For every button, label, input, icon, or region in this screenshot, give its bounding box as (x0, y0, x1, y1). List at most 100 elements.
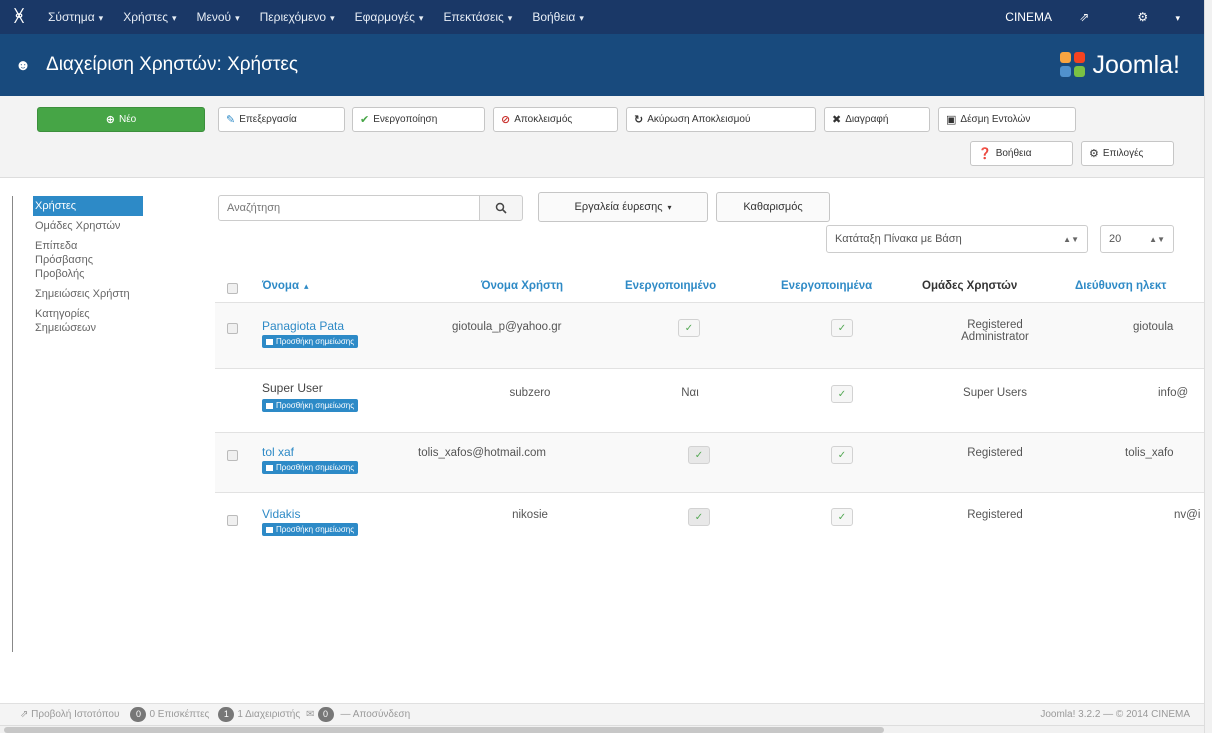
sidebar-item-access-levels[interactable]: Επίπεδα Πρόσβασης Προβολής (13, 236, 133, 284)
block-button[interactable]: ⊘ Αποκλεισμός (493, 107, 618, 132)
add-note-button[interactable]: Προσθήκη σημείωσης (262, 461, 359, 474)
menu-extensions[interactable]: Επεκτάσεις ▾ (433, 10, 522, 24)
refresh-icon: ↻ (634, 114, 644, 126)
vertical-scrollbar[interactable] (1204, 0, 1212, 733)
note-icon (266, 402, 273, 409)
user-name-link[interactable]: tol xaf (262, 445, 294, 459)
chevron-down-icon: ▲▼ (1149, 234, 1165, 244)
add-note-label: Προσθήκη σημείωσης (276, 401, 355, 410)
admins-label: 1 Διαχειριστής (237, 709, 301, 720)
menu-system[interactable]: Σύστημα ▾ (38, 10, 113, 24)
row-checkbox[interactable] (227, 450, 238, 461)
header-name[interactable]: Όνομα ▴ (262, 280, 309, 292)
username-cell: giotoula_p@yahoo.gr (452, 321, 562, 333)
add-note-button[interactable]: Προσθήκη σημείωσης (262, 335, 359, 348)
gear-icon: ⚙ (1137, 10, 1149, 24)
menu-help[interactable]: Βοήθεια ▾ (522, 10, 594, 24)
question-icon: ❓ (978, 148, 992, 160)
block-label: Αποκλεισμός (514, 114, 573, 125)
menu-content[interactable]: Περιεχόμενο ▾ (250, 10, 345, 24)
enabled-toggle[interactable]: ✓ (688, 446, 710, 464)
group-name: Administrator (961, 331, 1029, 343)
menu-extensions-label: Επεκτάσεις (443, 10, 504, 24)
top-navbar: ᚸ Σύστημα ▾ Χρήστες ▾ Μενού ▾ Περιεχόμενο ▾ … (0, 0, 1204, 34)
enabled-toggle[interactable]: ✓ (678, 319, 700, 337)
edit-button[interactable]: ✎ Επεξεργασία (218, 107, 345, 132)
messages-status[interactable]: ✉ 0 (306, 707, 336, 722)
unblock-label: Ακύρωση Αποκλεισμού (647, 114, 751, 125)
username-cell: subzero (509, 387, 551, 399)
options-button[interactable]: ⚙ Επιλογές (1081, 141, 1174, 166)
activated-state[interactable]: ✓ (831, 319, 853, 337)
delete-button[interactable]: ✖ Διαγραφή (824, 107, 930, 132)
sidebar-item-user-notes[interactable]: Σημειώσεις Χρήστη (13, 284, 172, 304)
table-row: Vidakis Προσθήκη σημείωσης nikosie ✓ ✓ R… (215, 492, 1204, 552)
joomla-brand-text: Joomla! (1092, 50, 1180, 79)
chevron-down-icon: ▾ (667, 202, 672, 212)
header-username[interactable]: Όνομα Χρήστη (481, 280, 563, 292)
horizontal-scrollbar[interactable] (0, 725, 1204, 733)
sort-select[interactable]: Κατάταξη Πίνακα με Βάση ▲▼ (826, 225, 1088, 253)
menu-users[interactable]: Χρήστες ▾ (113, 10, 186, 24)
topnav-right: CINEMA ⇗ ⚙ ▾ (981, 10, 1204, 24)
scrollbar-thumb[interactable] (4, 727, 884, 733)
menu-menus[interactable]: Μενού ▾ (187, 10, 250, 24)
menu-system-label: Σύστημα (48, 10, 95, 24)
user-menu[interactable]: ⚙ ▾ (1113, 10, 1204, 24)
enabled-toggle[interactable]: ✓ (688, 508, 710, 526)
check-icon: ✔ (360, 114, 370, 126)
activated-state[interactable]: ✓ (831, 508, 853, 526)
edit-label: Επεξεργασία (239, 114, 297, 125)
chevron-down-icon: ▾ (579, 13, 584, 23)
table-row: tol xaf Προσθήκη σημείωσης tolis_xafos@h… (215, 432, 1204, 492)
clear-button[interactable]: Καθαρισμός (716, 192, 830, 222)
joomla-menu-icon[interactable]: ᚸ (0, 8, 38, 26)
user-name-link[interactable]: Vidakis (262, 507, 300, 521)
header-email[interactable]: Διεύθυνση ηλεκτ (1075, 280, 1166, 292)
help-label: Βοήθεια (995, 148, 1032, 159)
user-name: Super User (262, 381, 323, 395)
note-icon (266, 464, 273, 471)
batch-button[interactable]: ▣ Δέσμη Εντολών (938, 107, 1076, 132)
new-button[interactable]: ⊕ Νέο (37, 107, 205, 132)
chevron-down-icon: ▾ (171, 13, 177, 23)
site-link[interactable]: CINEMA ⇗ (981, 10, 1113, 24)
help-button[interactable]: ❓ Βοήθεια (970, 141, 1073, 166)
search-input[interactable] (218, 195, 480, 221)
menu-menus-label: Μενού (196, 10, 232, 24)
select-all-checkbox[interactable] (227, 283, 238, 294)
groups-cell: Registered (967, 509, 1023, 521)
add-note-button[interactable]: Προσθήκη σημείωσης (262, 523, 359, 536)
activate-button[interactable]: ✔ Ενεργοποίηση (352, 107, 485, 132)
menu-help-label: Βοήθεια (532, 10, 576, 24)
user-name-link[interactable]: Panagiota Pata (262, 319, 344, 333)
email-cell: nv@i (1174, 509, 1201, 521)
header-enabled[interactable]: Ενεργοποιημένο (625, 280, 716, 292)
sort-select-value: Κατάταξη Πίνακα με Βάση (835, 233, 962, 245)
row-checkbox[interactable] (227, 515, 238, 526)
logout-link[interactable]: — Αποσύνδεση (341, 709, 411, 720)
activated-state[interactable]: ✓ (831, 385, 853, 403)
chevron-down-icon: ▾ (330, 13, 335, 23)
row-checkbox[interactable] (227, 323, 238, 334)
sidebar-item-users[interactable]: Χρήστες (33, 196, 143, 216)
activated-state[interactable]: ✓ (831, 446, 853, 464)
search-button[interactable] (479, 195, 523, 221)
unblock-button[interactable]: ↻ Ακύρωση Αποκλεισμού (626, 107, 816, 132)
activate-label: Ενεργοποίηση (373, 114, 438, 125)
batch-label: Δέσμη Εντολών (960, 114, 1031, 125)
sidebar-item-note-categories[interactable]: Κατηγορίες Σημειώσεων (13, 304, 123, 338)
add-note-button[interactable]: Προσθήκη σημείωσης (262, 399, 359, 412)
header-activated[interactable]: Ενεργοποιημένα (781, 280, 872, 292)
delete-label: Διαγραφή (845, 114, 889, 125)
view-site-link[interactable]: ⇗ Προβολή Ιστοτόπου (20, 709, 119, 720)
sidebar-item-user-groups[interactable]: Ομάδες Χρηστών (13, 216, 172, 236)
menu-components[interactable]: Εφαρμογές ▾ (345, 10, 434, 24)
search-tools-button[interactable]: Εργαλεία έυρεσης ▾ (538, 192, 708, 222)
plus-circle-icon: ⊕ (105, 114, 115, 126)
logout-label: Αποσύνδεση (352, 709, 411, 720)
note-icon (266, 338, 273, 345)
status-bar: ⇗ Προβολή Ιστοτόπου 00 Επισκέπτες 11 Δια… (0, 703, 1204, 725)
chevron-down-icon: ▾ (98, 13, 104, 23)
limit-select[interactable]: 20 ▲▼ (1100, 225, 1174, 253)
